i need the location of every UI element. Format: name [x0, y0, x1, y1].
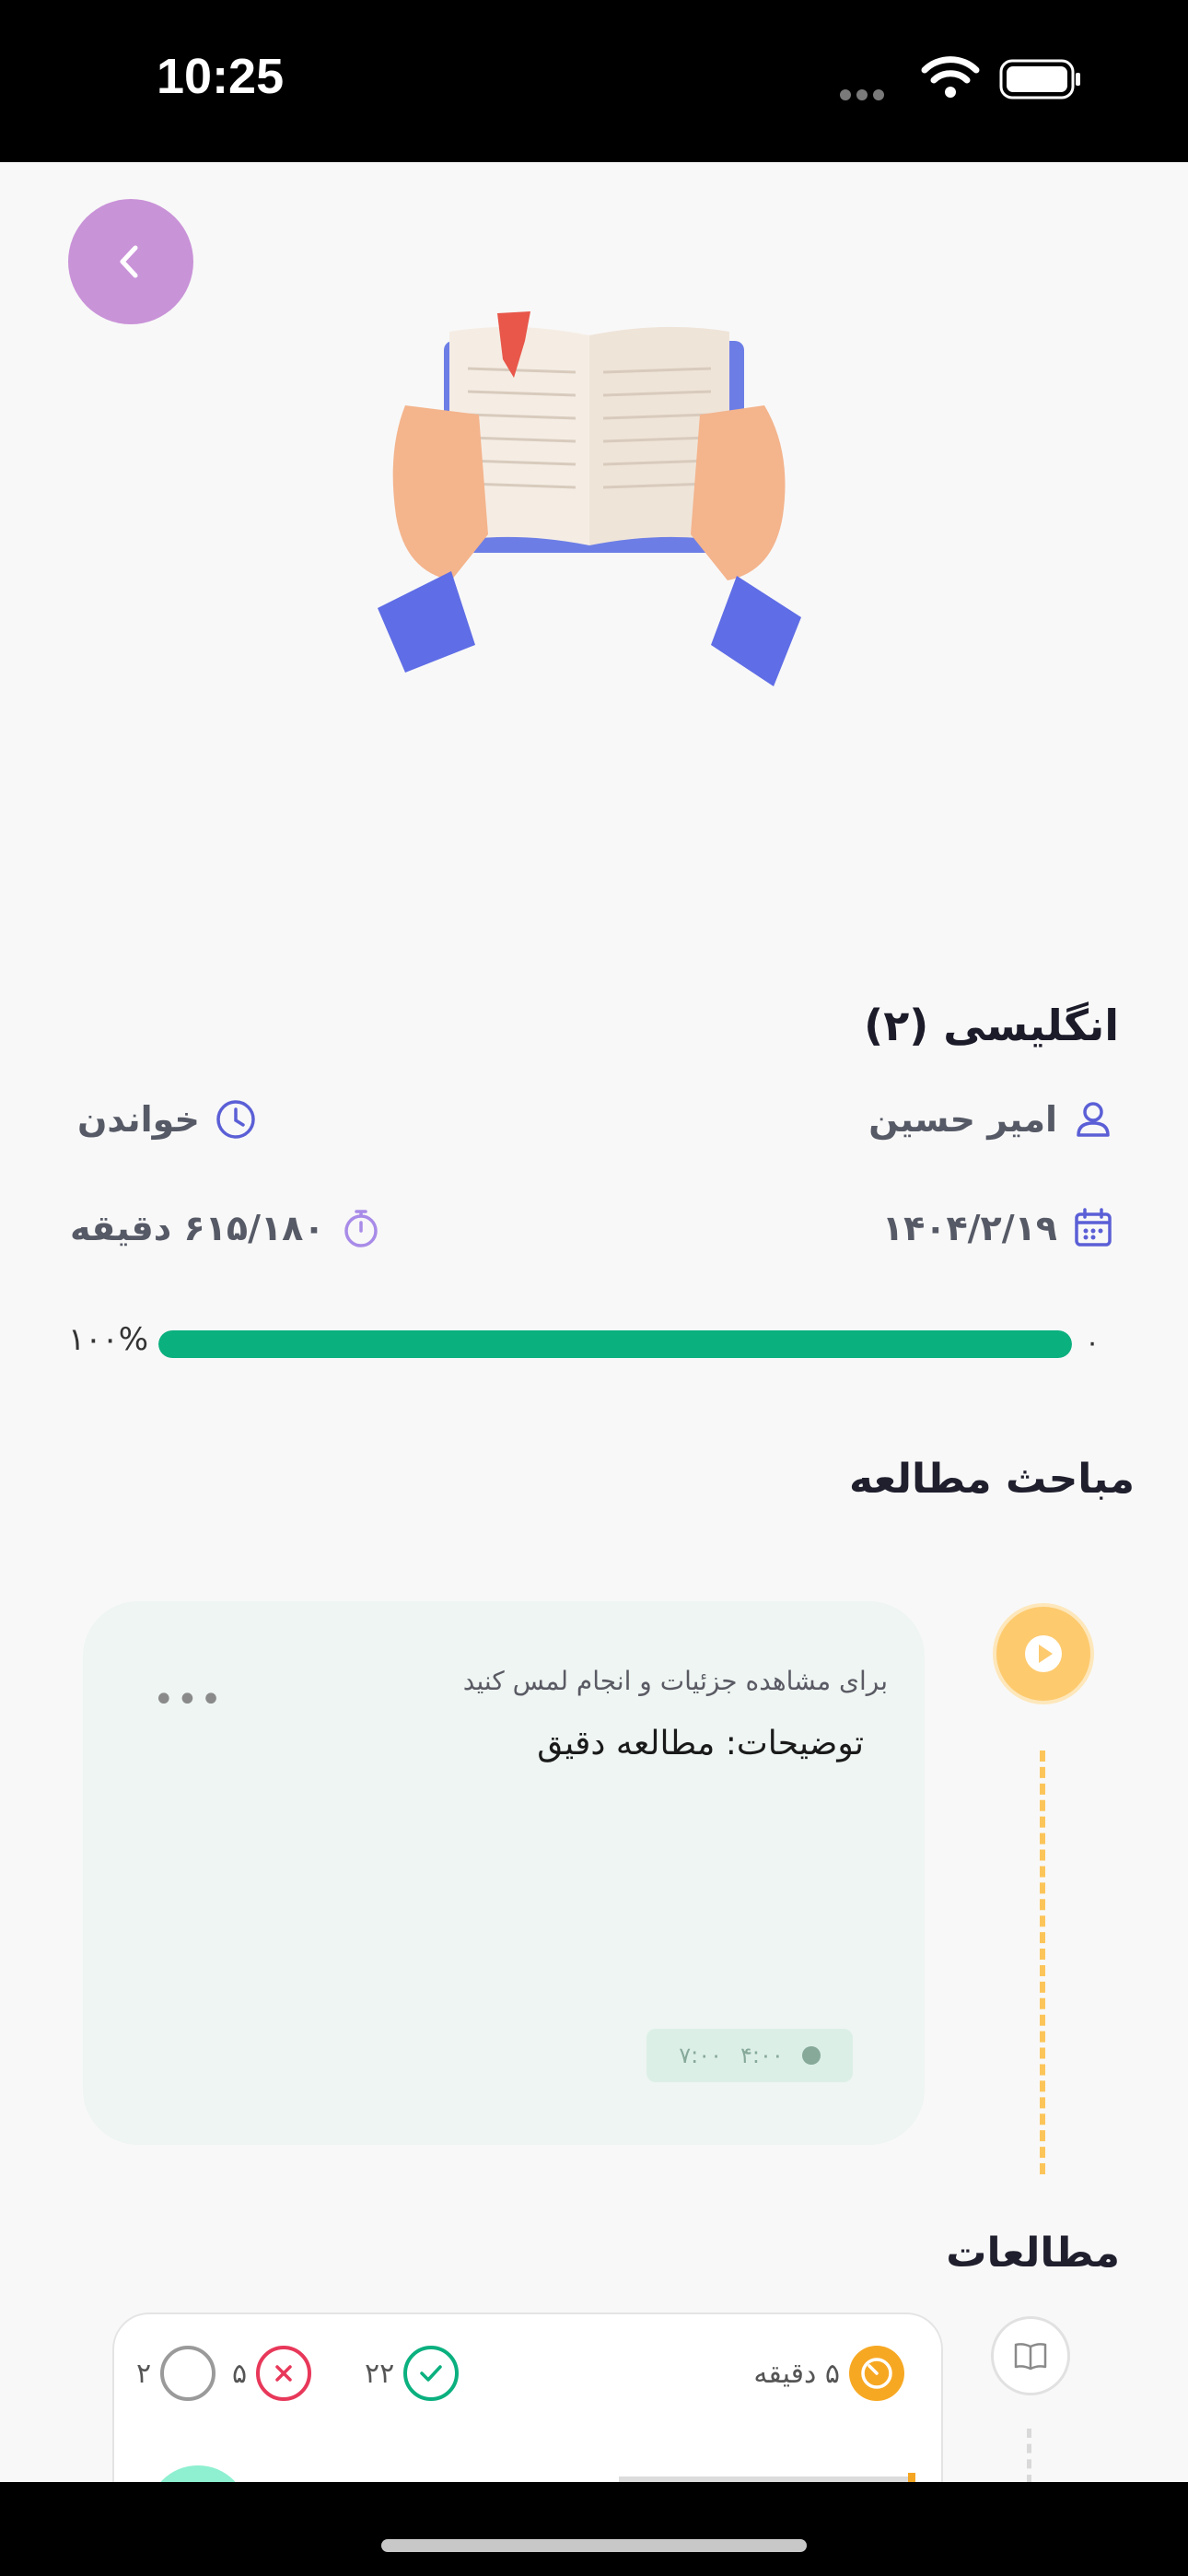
timeline-connector	[1040, 1751, 1047, 2174]
teacher-info: امیر حسین	[868, 1098, 1114, 1141]
progress-percent: ۱۰۰%	[68, 1321, 149, 1358]
progress-bar	[158, 1330, 1072, 1358]
user-icon	[1077, 1102, 1110, 1137]
study-duration-label: ۵ دقیقه	[753, 2357, 840, 2390]
teacher-name: امیر حسین	[868, 1099, 1057, 1140]
study-duration: ۵ دقیقه	[753, 2346, 904, 2401]
more-options-button[interactable]: •••	[153, 1679, 224, 1721]
course-duration: ۶۱۵/۱۸۰ دقیقه	[70, 1208, 325, 1248]
cellular-dots-icon	[840, 87, 904, 100]
correct-count-label: ۲۲	[365, 2357, 395, 2390]
progress-bar-fill	[158, 1330, 1072, 1358]
blank-count-label: ۲	[136, 2357, 152, 2390]
home-indicator-bar	[0, 2482, 1188, 2576]
studies-section-title: مطالعات	[946, 2230, 1120, 2277]
correct-count: ۲۲	[365, 2346, 460, 2401]
clock-icon	[216, 1100, 255, 1139]
home-indicator[interactable]	[381, 2539, 807, 2552]
mode-info: خواندن	[77, 1098, 257, 1141]
chevron-left-icon	[120, 245, 138, 278]
time-end: ۷:۰۰	[679, 2043, 722, 2068]
blank-count: ۲	[136, 2346, 216, 2401]
course-date: ۱۴۰۴/۲/۱۹	[881, 1208, 1057, 1248]
book-in-hands-illustration	[378, 311, 801, 686]
wrong-count-label: ۵	[232, 2357, 248, 2390]
wifi-icon	[921, 56, 980, 98]
play-button[interactable]	[993, 1603, 1094, 1704]
check-icon	[403, 2346, 460, 2401]
date-info: ۱۴۰۴/۲/۱۹	[882, 1207, 1114, 1249]
topic-description: توضیحات: مطالعه دقیق	[537, 1725, 864, 1762]
timer-icon	[849, 2346, 904, 2401]
open-book-icon	[1014, 2343, 1047, 2371]
wrong-count: ۵	[232, 2346, 312, 2401]
progress-start: ۰	[1085, 1327, 1101, 1359]
book-button[interactable]	[991, 2316, 1070, 2395]
play-icon	[1025, 1635, 1062, 1672]
clock-icon	[801, 2046, 821, 2065]
topics-section-title: مباحث مطالعه	[849, 1456, 1135, 1503]
cross-icon	[256, 2346, 312, 2401]
stopwatch-icon	[344, 1210, 378, 1247]
timeline-connector-2	[1027, 2429, 1032, 2484]
empty-circle-icon	[160, 2346, 216, 2401]
back-button[interactable]	[68, 199, 193, 324]
time-range-chip: ۴:۰۰ ۷:۰۰	[646, 2029, 853, 2082]
duration-info: ۶۱۵/۱۸۰ دقیقه	[70, 1207, 382, 1249]
course-title: انگلیسی (۲)	[864, 1001, 1119, 1050]
battery-icon	[999, 59, 1080, 100]
mode-label: خواندن	[77, 1099, 200, 1140]
time-start: ۴:۰۰	[740, 2043, 784, 2068]
status-time: 10:25	[157, 49, 285, 104]
topic-hint: برای مشاهده جزئیات و انجام لمس کنید	[462, 1666, 888, 1696]
calendar-icon	[1075, 1208, 1112, 1247]
